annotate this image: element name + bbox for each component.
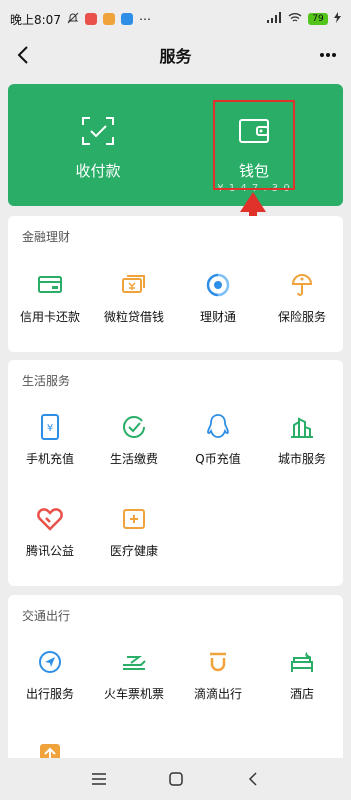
wifi-icon	[288, 12, 302, 26]
app-notification-icon	[102, 13, 115, 25]
hotel-button[interactable]: 酒店	[260, 649, 344, 702]
didi-icon	[205, 649, 231, 675]
item-label: 微粒贷借钱	[103, 310, 164, 324]
micro-loan-icon	[121, 272, 147, 298]
app-notification-icon	[120, 13, 133, 25]
wealth-icon	[205, 272, 231, 298]
train-plane-icon	[121, 649, 147, 675]
wallet-highlight-box	[213, 100, 295, 190]
system-back-button[interactable]	[233, 764, 273, 794]
back-triangle-icon	[248, 772, 257, 786]
credit-card-icon	[37, 272, 63, 298]
battery-icon: 79	[308, 13, 328, 25]
didi-button[interactable]: 滴滴出行	[176, 649, 260, 702]
life-services-section: 生活服务 ¥ 手机充值 生活缴费 Q币充值 城市服务 腾讯公益 医疗健康	[8, 360, 343, 586]
charity-heart-icon	[37, 506, 63, 532]
utility-bill-icon	[121, 414, 147, 440]
item-label: 腾讯公益	[25, 544, 74, 558]
status-time: 晚上8:07	[10, 12, 61, 27]
hotel-bed-icon	[289, 649, 315, 675]
menu-icon	[91, 773, 106, 785]
home-icon	[168, 772, 183, 786]
credit-card-repay-button[interactable]: 信用卡还款	[8, 272, 92, 325]
scan-pay-icon	[81, 114, 115, 148]
insurance-icon	[289, 272, 315, 298]
item-label: 理财通	[199, 310, 236, 324]
charity-button[interactable]: 腾讯公益	[8, 506, 92, 559]
pay-wallet-panel: 收付款 钱包 ¥ 1 4 7 . 3 0	[8, 84, 343, 206]
travel-service-button[interactable]: 出行服务	[8, 649, 92, 702]
more-notifications-icon: ⋯	[138, 12, 151, 26]
app-notification-icon	[84, 13, 97, 25]
phone-topup-button[interactable]: ¥ 手机充值	[8, 414, 92, 467]
pay-receive-button[interactable]: 收付款	[48, 84, 148, 206]
travel-section: 交通出行 出行服务 火车票机票 滴滴出行 酒店	[8, 595, 343, 775]
item-label: 医疗健康	[109, 544, 158, 558]
signal-icon	[266, 12, 282, 26]
micro-loan-button[interactable]: 微粒贷借钱	[92, 272, 176, 325]
item-label: 信用卡还款	[19, 310, 80, 324]
city-service-icon	[289, 414, 315, 440]
svg-text:¥: ¥	[47, 423, 53, 434]
status-bar: 晚上8:07 ⋯ 79	[0, 0, 351, 38]
qq-coin-icon	[205, 414, 231, 440]
back-button[interactable]	[10, 42, 36, 68]
phone-topup-icon: ¥	[37, 414, 63, 440]
navigation-icon	[37, 649, 63, 675]
medical-button[interactable]: 医疗健康	[92, 506, 176, 559]
home-button[interactable]	[156, 764, 196, 794]
pay-receive-label: 收付款	[75, 162, 121, 180]
bell-off-icon	[67, 12, 79, 27]
insurance-button[interactable]: 保险服务	[260, 272, 344, 325]
item-label: 火车票机票	[103, 687, 164, 701]
qq-coin-button[interactable]: Q币充值	[176, 414, 260, 467]
section-title: 交通出行	[22, 609, 71, 623]
item-label: Q币充值	[195, 452, 241, 466]
item-label: 保险服务	[277, 310, 326, 324]
charging-icon	[334, 12, 341, 26]
section-title: 金融理财	[22, 230, 71, 244]
train-plane-button[interactable]: 火车票机票	[92, 649, 176, 702]
city-service-button[interactable]: 城市服务	[260, 414, 344, 467]
item-label: 手机充值	[25, 452, 74, 466]
finance-section: 金融理财 信用卡还款 微粒贷借钱 理财通 保险服务	[8, 216, 343, 352]
wealth-manage-button[interactable]: 理财通	[176, 272, 260, 325]
menu-button[interactable]	[79, 764, 119, 794]
item-label: 城市服务	[277, 452, 326, 466]
item-label: 酒店	[289, 687, 314, 701]
chevron-left-icon	[17, 46, 28, 64]
system-nav-bar	[0, 758, 351, 800]
nav-bar: 服务	[0, 38, 351, 72]
medical-icon	[121, 506, 147, 532]
item-label: 滴滴出行	[193, 687, 242, 701]
section-title: 生活服务	[22, 374, 71, 388]
utility-bill-button[interactable]: 生活缴费	[92, 414, 176, 467]
more-dots-icon	[320, 53, 336, 57]
item-label: 生活缴费	[109, 452, 158, 466]
page-title: 服务	[159, 47, 192, 66]
more-options-button[interactable]	[315, 42, 341, 68]
item-label: 出行服务	[25, 687, 74, 701]
